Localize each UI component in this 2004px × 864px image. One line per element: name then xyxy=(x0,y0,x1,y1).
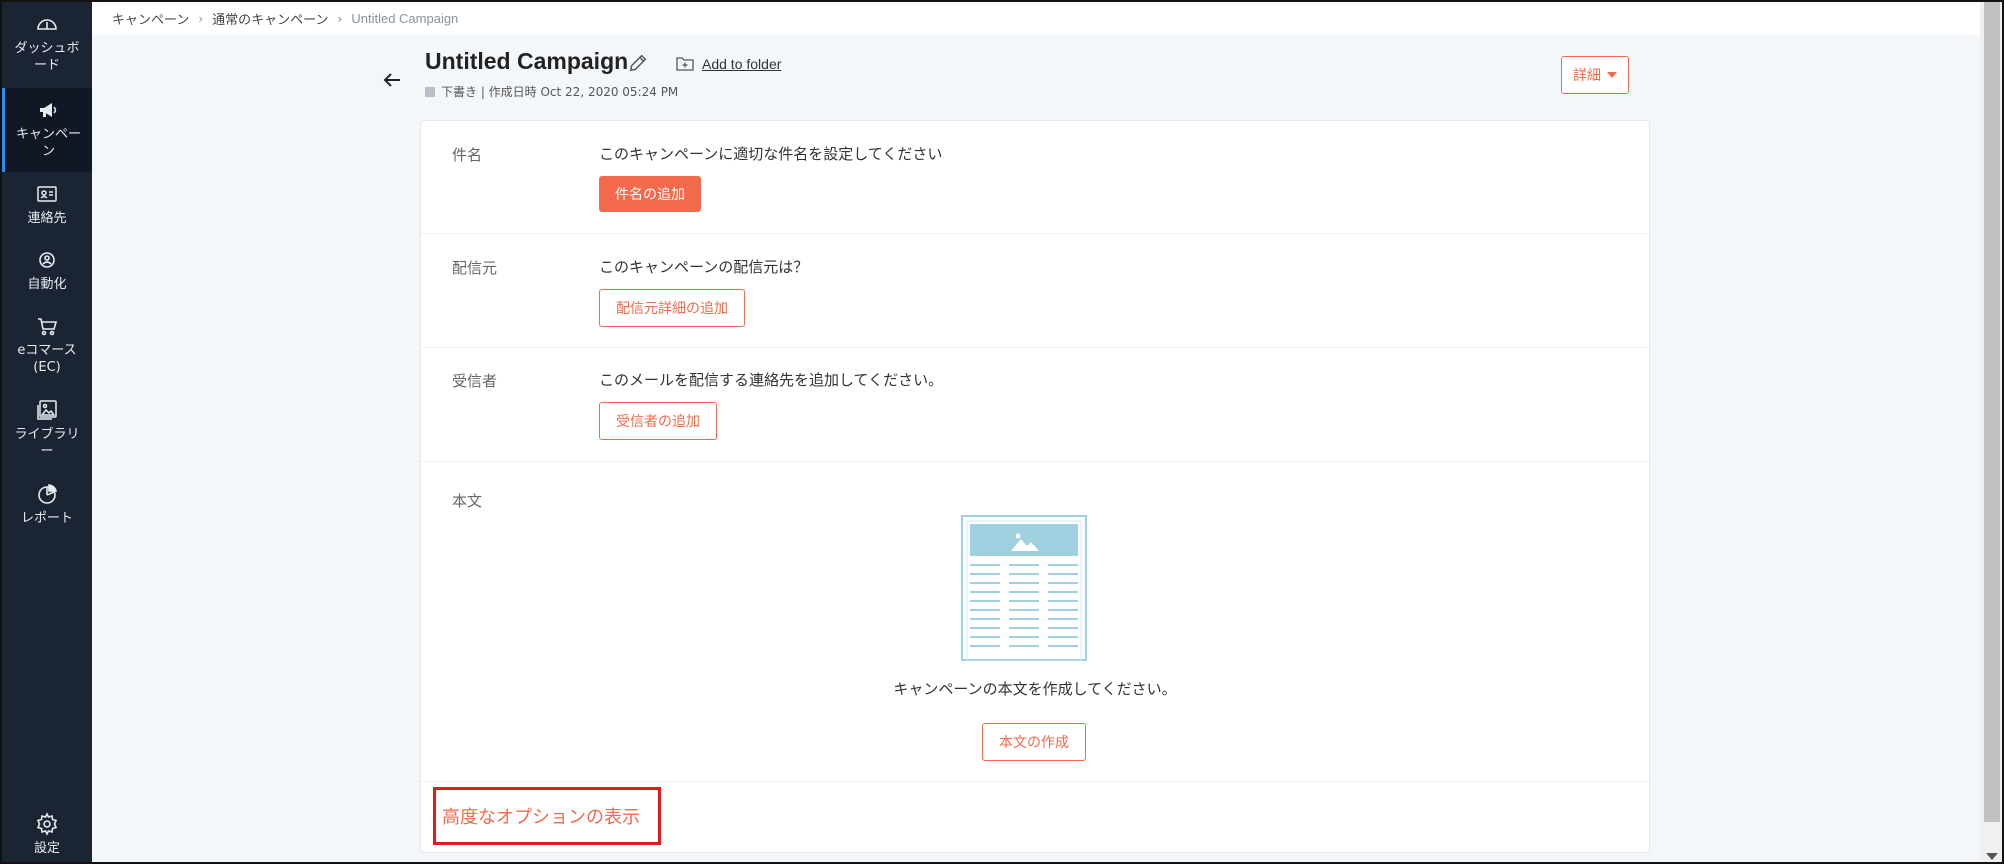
sidebar-item-label: ダッシュボード xyxy=(14,41,80,73)
scroll-down-arrow-icon[interactable] xyxy=(1986,853,1998,860)
campaign-setup-card: 件名 このキャンペーンに適切な件名を設定してください 件名の追加 配信元 このキ… xyxy=(420,120,1650,853)
page-title: Untitled Campaign xyxy=(425,48,629,74)
sender-label: 配信元 xyxy=(452,259,498,277)
sidebar-item-contacts[interactable]: 連絡先 xyxy=(2,182,92,227)
breadcrumb-separator: › xyxy=(198,11,204,26)
status-text: 下書き | 作成日時 Oct 22, 2020 05:24 PM xyxy=(441,85,679,99)
sidebar-item-ecommerce[interactable]: eコマース(EC) xyxy=(2,314,92,376)
add-recipients-button[interactable]: 受信者の追加 xyxy=(599,402,717,440)
sidebar-item-label: キャンペーン xyxy=(15,127,81,159)
breadcrumb-separator: › xyxy=(337,11,343,26)
sidebar-item-label: 設定 xyxy=(33,841,60,856)
subject-description: このキャンペーンに適切な件名を設定してください xyxy=(599,145,943,163)
body-description: キャンペーンの本文を作成してください。 xyxy=(893,680,1177,698)
add-subject-button[interactable]: 件名の追加 xyxy=(599,176,701,212)
status-line: 下書き | 作成日時 Oct 22, 2020 05:24 PM xyxy=(425,83,678,100)
sidebar-item-label: 自動化 xyxy=(27,277,67,292)
subject-section: 件名 このキャンペーンに適切な件名を設定してください 件名の追加 xyxy=(421,121,1649,234)
back-arrow-icon[interactable] xyxy=(380,68,404,92)
recipients-description: このメールを配信する連絡先を追加してください。 xyxy=(599,371,944,389)
sidebar-item-campaigns[interactable]: キャンペーン xyxy=(2,88,92,172)
add-to-folder-link[interactable]: Add to folder xyxy=(702,56,781,72)
recipients-label: 受信者 xyxy=(452,372,498,390)
body-label: 本文 xyxy=(452,492,483,510)
add-sender-button[interactable]: 配信元詳細の追加 xyxy=(599,289,745,327)
folder-add-icon[interactable] xyxy=(676,55,694,71)
pie-chart-icon xyxy=(38,484,58,504)
sidebar: ダッシュボード キャンペーン 連絡先 自動化 eコマース(EC) ライブラリー … xyxy=(2,2,92,862)
automation-icon xyxy=(39,252,55,268)
sender-section: 配信元 このキャンペーンの配信元は？ 配信元詳細の追加 xyxy=(421,234,1649,348)
breadcrumb-current: Untitled Campaign xyxy=(351,11,459,26)
sidebar-item-automation[interactable]: 自動化 xyxy=(2,248,92,293)
dashboard-icon xyxy=(37,19,57,30)
sidebar-item-label: 連絡先 xyxy=(27,211,67,226)
gear-icon xyxy=(36,812,58,836)
pencil-icon[interactable] xyxy=(627,52,649,74)
newsletter-template-icon xyxy=(961,515,1087,661)
status-indicator-icon xyxy=(425,86,435,97)
cart-icon xyxy=(38,318,58,336)
contact-card-icon xyxy=(37,186,57,202)
subject-label: 件名 xyxy=(452,146,483,164)
sidebar-item-settings[interactable]: 設定 xyxy=(2,812,92,857)
image-library-icon xyxy=(37,400,57,420)
main-content: キャンペーン › 通常のキャンペーン › Untitled Campaign U… xyxy=(92,2,1980,862)
show-advanced-options-link[interactable]: 高度なオプションの表示 xyxy=(433,787,661,845)
sidebar-item-library[interactable]: ライブラリー xyxy=(2,398,92,460)
detail-button-label: 詳細 xyxy=(1573,68,1601,84)
detail-dropdown-button[interactable]: 詳細 xyxy=(1561,56,1629,94)
sidebar-item-label: eコマース(EC) xyxy=(17,343,77,375)
recipients-section: 受信者 このメールを配信する連絡先を追加してください。 受信者の追加 xyxy=(421,348,1649,462)
breadcrumb-item-campaigns[interactable]: キャンペーン xyxy=(112,9,189,28)
scrollbar-thumb[interactable] xyxy=(1984,2,2000,822)
create-body-button[interactable]: 本文の作成 xyxy=(982,723,1086,761)
app-window: ダッシュボード キャンペーン 連絡先 自動化 eコマース(EC) ライブラリー … xyxy=(0,0,2004,864)
sidebar-item-label: ライブラリー xyxy=(14,427,80,459)
breadcrumb: キャンペーン › 通常のキャンペーン › Untitled Campaign xyxy=(92,2,1980,35)
vertical-scrollbar[interactable] xyxy=(1980,2,2002,862)
sidebar-item-reports[interactable]: レポート xyxy=(2,482,92,527)
megaphone-icon xyxy=(39,103,56,117)
sidebar-item-dashboard[interactable]: ダッシュボード xyxy=(2,12,92,74)
sender-description: このキャンペーンの配信元は？ xyxy=(599,258,809,276)
caret-down-icon xyxy=(1607,72,1617,78)
breadcrumb-item-regular-campaigns[interactable]: 通常のキャンペーン xyxy=(212,9,328,28)
sidebar-item-label: レポート xyxy=(20,511,73,526)
